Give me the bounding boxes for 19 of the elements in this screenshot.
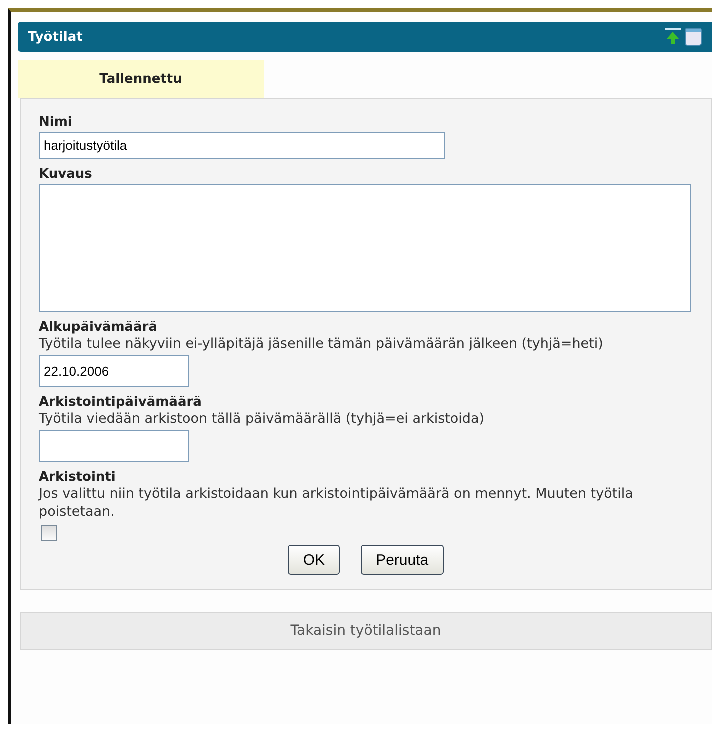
ok-button[interactable]: OK — [288, 545, 340, 575]
field-label: Kuvaus — [39, 167, 94, 182]
field-label: Alkupäivämäärä — [39, 320, 158, 335]
help-text: Jos valittu niin työtila arkistoidaan kun arkistointipäivämäärä on mennyt. Muuten työtila poistetaan. — [39, 485, 634, 521]
field-label: Nimi — [39, 115, 74, 130]
tab[interactable]: Tallennettu — [18, 60, 264, 98]
window-icon[interactable] — [685, 28, 702, 46]
field-label: Arkistointipäivämäärä — [39, 395, 203, 410]
up-arrow-icon[interactable] — [665, 28, 681, 46]
name-input[interactable]: harjoitustyötila — [39, 132, 445, 159]
window-title: Työtilat — [28, 30, 83, 44]
archive-checkbox[interactable] — [41, 525, 57, 541]
date-input[interactable] — [39, 430, 189, 462]
cancel-button[interactable]: Peruuta — [361, 545, 444, 575]
field-label: Arkistointi — [39, 470, 117, 485]
help-text: Työtila viedään arkistoon tällä päivämäärällä (tyhjä=ei arkistoida) — [39, 410, 486, 428]
help-text: Työtila tulee näkyviin ei-ylläpitäjä jäsenille tämän päivämäärän jälkeen (tyhjä=heti) — [39, 335, 604, 353]
date-input[interactable]: 22.10.2006 — [39, 355, 189, 387]
back-link[interactable]: Takaisin työtilalistaan — [290, 623, 442, 639]
